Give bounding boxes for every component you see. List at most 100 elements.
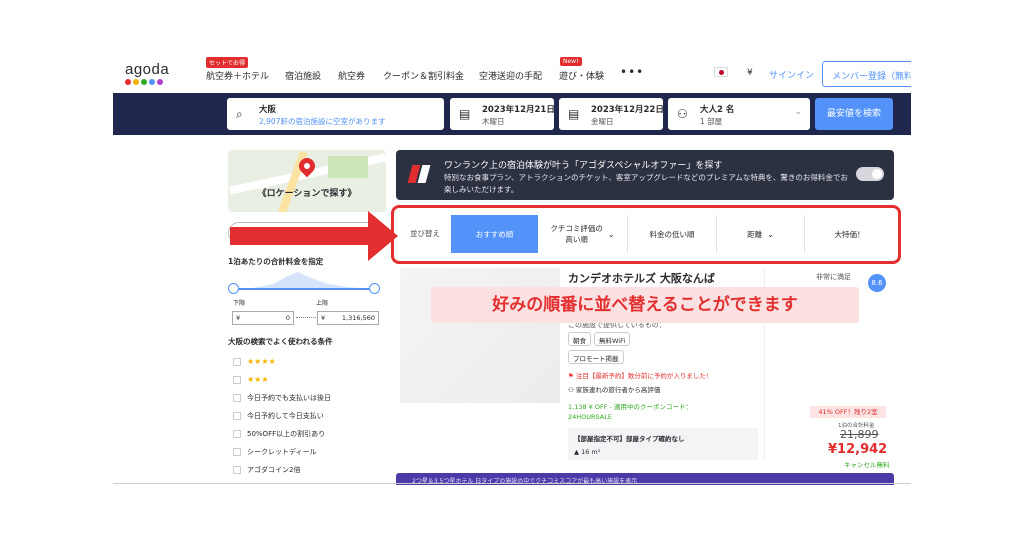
currency-symbol: ¥ (236, 314, 241, 322)
hotel-name[interactable]: カンデオホテルズ 大阪なんば (568, 270, 715, 286)
room-size: ▲ 16 m² (574, 446, 752, 459)
price-histogram (233, 272, 373, 290)
logo-text: agoda (125, 61, 170, 78)
original-price: 21,899 (840, 428, 879, 441)
room-size-value: 16 m² (581, 448, 601, 456)
price-slider-min-handle[interactable] (228, 283, 239, 294)
max-price-input[interactable]: ¥ 1,316,560 (317, 311, 379, 325)
popular-filters-title: 大阪の検索でよく使われる条件 (228, 337, 333, 346)
filter-pay-later[interactable]: 今日予約でも支払いは後日 (233, 393, 331, 403)
checkout-day: 金曜日 (591, 117, 614, 126)
map-label: 《ロケーションで探す》 (257, 189, 357, 199)
offer-title: ワンランク上の宿泊体験が叶う「アゴダスペシャルオファー」を探す (444, 161, 723, 171)
offer-body: 特別なお食事プラン、アトラクションのチケット、客室アップグレードなどのプレミアム… (444, 173, 848, 194)
filter-label: 今日予約して今日支払い (247, 412, 324, 420)
currency-selector[interactable]: ¥ (747, 68, 753, 78)
filter-4-stars[interactable]: ★★★★ (233, 357, 276, 366)
nav-item-airport-transfer[interactable]: 空港送迎の手配 (479, 69, 542, 82)
price-range-divider (296, 317, 316, 318)
max-label: 上限 (316, 300, 329, 307)
checkin-field[interactable]: ▤ 2023年12月21日 木曜日 (450, 98, 555, 130)
promoted-badge: プロモート掲載 (568, 350, 624, 364)
room-type-box: 【部屋指定不可】部屋タイプ確約なし ▲ 16 m² (568, 428, 758, 460)
checkbox[interactable] (233, 466, 241, 474)
filter-agoda-coins[interactable]: アゴダコイン2倍 (233, 465, 300, 475)
checkbox[interactable] (233, 448, 241, 456)
nav-item-flight-hotel[interactable]: 航空券＋ホテル (206, 69, 269, 82)
filter-3-stars[interactable]: ★★★ (233, 375, 269, 384)
map-search[interactable]: 《ロケーションで探す》 (228, 150, 386, 212)
map-park (328, 156, 368, 178)
annotation-arrow-head (368, 211, 398, 261)
nav-item-coupons[interactable]: クーポン＆割引料金 (383, 69, 464, 82)
guests-field[interactable]: ⚇ 大人2 名 1 部屋 ⌄ (668, 98, 810, 130)
rooms-count: 1 部屋 (700, 117, 723, 126)
nav-item-flights[interactable]: 航空券 (338, 69, 365, 82)
signin-link[interactable]: サインイン (769, 68, 814, 81)
special-offer-banner[interactable]: ワンランク上の宿泊体験が叶う「アゴダスペシャルオファー」を探す 特別なお食事プラ… (396, 150, 894, 200)
calendar-icon: ▤ (568, 107, 580, 121)
discount-badge: 41% OFF！残り2室 (810, 406, 886, 418)
filter-label: 50%OFF以上の割引あり (247, 430, 326, 438)
checkin-day: 木曜日 (482, 117, 505, 126)
nav-item-accommodation[interactable]: 宿泊施設 (285, 69, 321, 82)
checkbox[interactable] (233, 412, 241, 420)
guests-count: 大人2 名 (700, 105, 735, 115)
amenity-tag: 無料WiFi (594, 332, 631, 346)
max-price-value: 1,316,560 (341, 314, 375, 322)
min-label: 下限 (233, 300, 246, 307)
room-type-title: 【部屋指定不可】部屋タイプ確約なし (574, 435, 685, 443)
checkbox[interactable] (233, 394, 241, 402)
agoda-logo[interactable]: agoda (125, 61, 169, 85)
checkin-date: 2023年12月21日 (482, 105, 555, 115)
browser-page: agoda セットでお得 航空券＋ホテル 宿泊施設 航空券 クーポン＆割引料金 … (113, 55, 911, 485)
star-rating-icon: ★★★★ (247, 357, 276, 366)
filter-label: アゴダコイン2倍 (247, 466, 301, 474)
more-menu-icon[interactable]: ••• (620, 65, 644, 79)
special-offer-icon (407, 164, 432, 184)
filter-pay-today[interactable]: 今日予約して今日支払い (233, 411, 324, 421)
japan-flag-icon[interactable] (714, 67, 728, 77)
top-nav: agoda セットでお得 航空券＋ホテル 宿泊施設 航空券 クーポン＆割引料金 … (113, 55, 911, 93)
search-bar: ⌕ 大阪 2,907軒の宿泊施設に空室があります ▤ 2023年12月21日 木… (113, 93, 911, 135)
search-icon: ⌕ (236, 107, 243, 121)
rating-label: 非常に満足 (816, 273, 851, 281)
checkbox[interactable] (233, 430, 241, 438)
coupon-code: 24HOURSALE (568, 413, 612, 421)
filter-label: シークレットディール (247, 448, 317, 456)
calendar-icon: ▤ (459, 107, 471, 121)
family-icon: ⚇ (568, 386, 576, 394)
checkbox[interactable] (233, 358, 241, 366)
filter-50-off[interactable]: 50%OFF以上の割引あり (233, 429, 325, 439)
free-cancellation-label: キャンセル無料 (844, 461, 890, 469)
coupon-line: 1,138 ¥ OFF - 適用中のクーポンコード： (568, 403, 692, 411)
family-note-text: 家族連れの旅行者から高評価 (575, 386, 661, 394)
price-filter-title: 1泊あたりの合計料金を指定 (228, 257, 324, 266)
recent-booking-text: 注目【最新予約】数分前に予約が入りました! (575, 372, 709, 380)
nav-item-activities[interactable]: 遊び・体験 (559, 69, 604, 82)
annotation-arrow-shaft (230, 227, 378, 245)
sort-bar-highlight (391, 205, 901, 264)
checkbox[interactable] (233, 376, 241, 384)
recent-booking-note: ⚑ 注目【最新予約】数分前に予約が入りました! (568, 370, 709, 380)
page-divider (113, 483, 911, 484)
destination-field[interactable]: ⌕ 大阪 2,907軒の宿泊施設に空室があります (227, 98, 444, 130)
discounted-price[interactable]: ¥12,942 (828, 442, 887, 457)
sort-explanation-callout: 好みの順番に並べ替えることができます (431, 287, 859, 323)
register-button[interactable]: メンバー登録（無料） (822, 61, 911, 87)
logo-dot (149, 79, 155, 85)
coupon-info: 1,138 ¥ OFF - 適用中のクーポンコード： 24HOURSALE (568, 402, 692, 422)
destination-value: 大阪 (259, 105, 277, 115)
filter-label: 今日予約でも支払いは後日 (247, 394, 331, 402)
special-offer-toggle[interactable] (856, 167, 884, 181)
min-price-input[interactable]: ¥ 0 (232, 311, 294, 325)
filter-secret-deal[interactable]: シークレットディール (233, 447, 317, 457)
logo-dots (125, 79, 169, 85)
currency-symbol: ¥ (321, 314, 326, 322)
search-button[interactable]: 最安値を検索 (815, 98, 893, 130)
checkout-field[interactable]: ▤ 2023年12月22日 金曜日 (559, 98, 664, 130)
price-slider-track (233, 288, 375, 290)
logo-dot (133, 79, 139, 85)
price-slider-max-handle[interactable] (369, 283, 380, 294)
amenity-tag: 朝食 (568, 332, 591, 346)
